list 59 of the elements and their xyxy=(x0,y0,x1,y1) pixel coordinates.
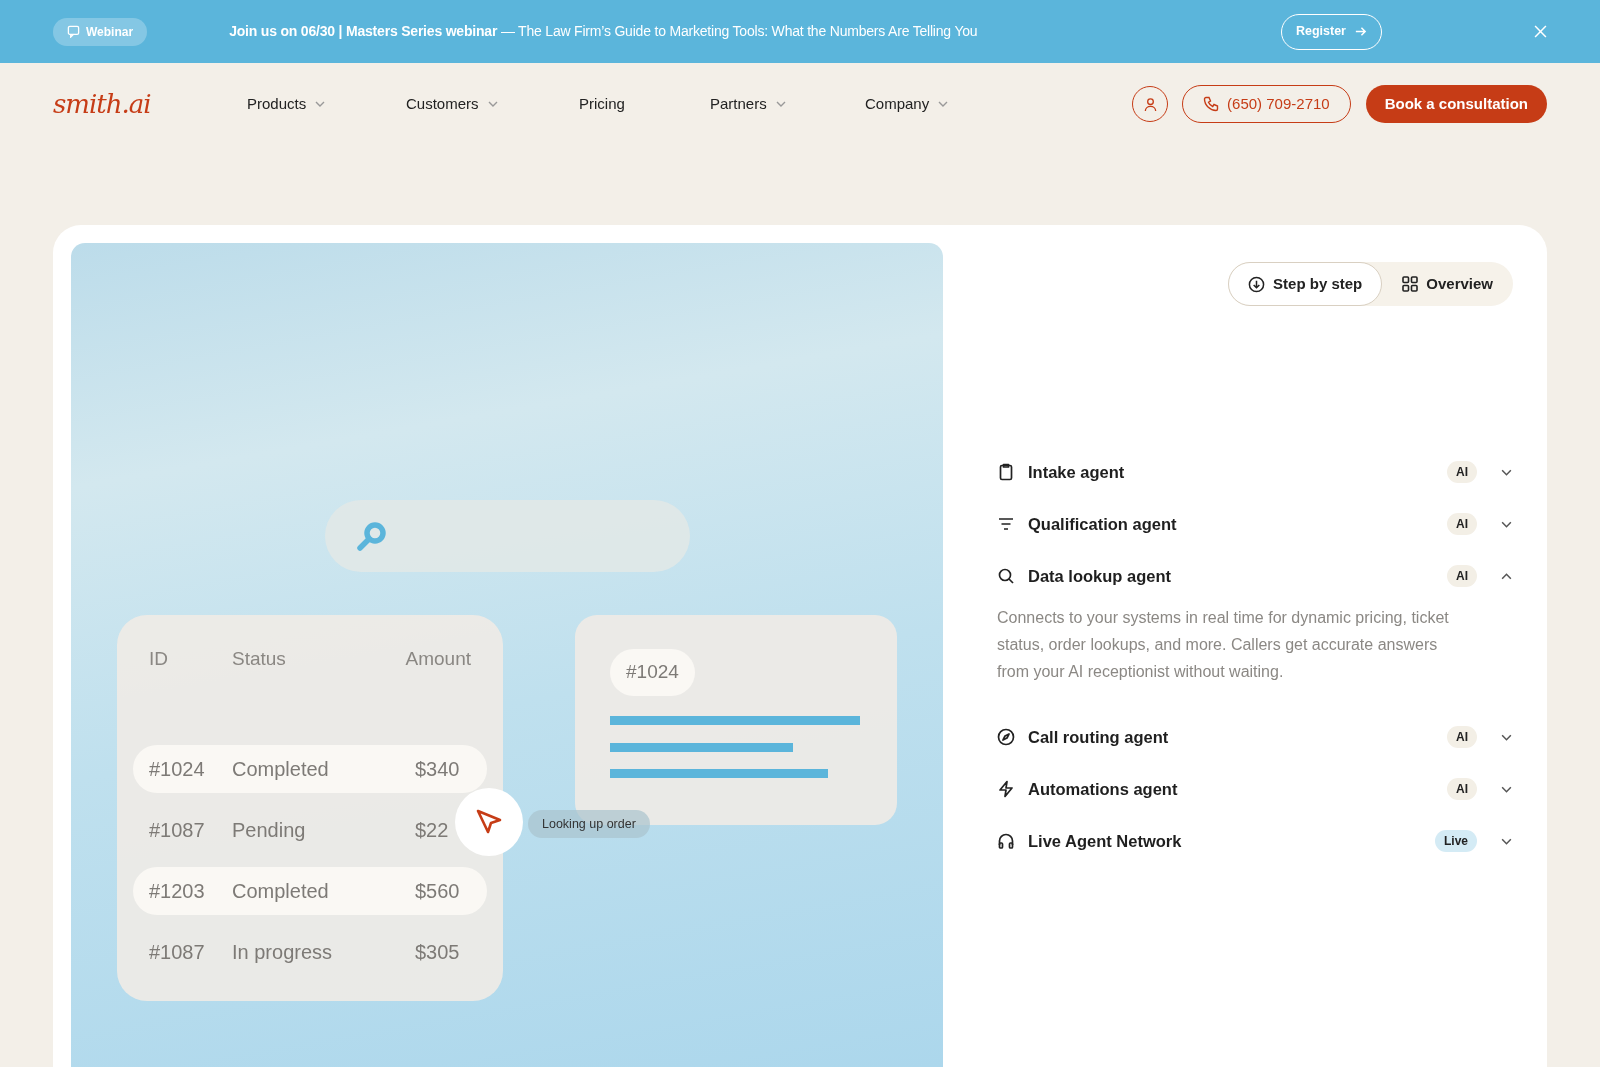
banner-message: Join us on 06/30 | Masters Series webinar — The Law Firm’s Guide to Marketing Tools: What the Numbers Are Telling You xyxy=(229,22,978,41)
chat-icon xyxy=(67,25,80,38)
badge: AI xyxy=(1447,461,1477,483)
view-tab[interactable]: Step by step xyxy=(1228,262,1383,306)
arrow-down-circle-icon xyxy=(1248,275,1266,293)
pointer-icon xyxy=(475,808,503,836)
table-cell-text: $22 xyxy=(415,818,450,843)
order-tag: #1024 xyxy=(610,649,695,696)
table-cell-text: $340 xyxy=(415,757,461,782)
badge: AI xyxy=(1447,565,1477,587)
table-row[interactable]: #1087 In progress $305 xyxy=(133,928,487,976)
table-row[interactable]: #1024 Completed $340 xyxy=(133,745,487,793)
table-cell-text: #1087 xyxy=(149,940,206,965)
column-header: ID xyxy=(149,647,169,671)
badge: Live xyxy=(1435,830,1477,852)
table-row[interactable]: #1203 Completed $560 xyxy=(133,867,487,915)
table-cell-text: Completed xyxy=(232,757,330,782)
nav-link[interactable]: Partners xyxy=(710,92,865,116)
logo[interactable]: smith.ai xyxy=(53,84,247,124)
status-label: Looking up order xyxy=(528,810,650,838)
accordion-header[interactable]: Qualification agent AI xyxy=(997,498,1513,550)
badge: AI xyxy=(1447,726,1477,748)
table-cell-text: #1087 xyxy=(149,818,206,843)
accordion-header[interactable]: Automations agent AI xyxy=(997,763,1513,815)
view-tab[interactable]: Overview xyxy=(1382,262,1513,306)
close-icon[interactable] xyxy=(1534,25,1547,38)
lightning-icon xyxy=(997,780,1015,798)
table-cell-text: In progress xyxy=(232,940,334,965)
headset-icon xyxy=(997,832,1015,850)
accordion-header[interactable]: Live Agent Network Live xyxy=(997,815,1513,867)
column-header: Amount xyxy=(405,647,471,671)
table-cell-text: $560 xyxy=(415,879,461,904)
nav-link[interactable]: Products xyxy=(247,92,406,116)
webinar-tag: Webinar xyxy=(53,17,148,46)
agent-description: Connects to your systems in real time for dynamic pricing, ticket status, order lookups, and more. Callers get accurate answers from your AI receptionist without waiting. xyxy=(997,608,1450,682)
table-cell-text: #1024 xyxy=(149,757,206,782)
phone-icon xyxy=(1203,96,1220,112)
nav-link[interactable]: Company xyxy=(865,92,1015,116)
clipboard-icon xyxy=(997,463,1015,481)
accordion-header[interactable]: Call routing agent AI xyxy=(997,711,1513,763)
search-icon xyxy=(997,567,1015,585)
nav-link[interactable]: Pricing xyxy=(579,92,710,116)
user-icon xyxy=(1142,96,1158,112)
accordion-header[interactable]: Intake agent AI xyxy=(997,446,1513,498)
accordion-header[interactable]: Data lookup agent AI xyxy=(997,550,1513,602)
table-cell-text: #1203 xyxy=(149,879,206,904)
column-header: Status xyxy=(232,647,287,671)
filter-icon xyxy=(997,515,1015,533)
badge: AI xyxy=(1447,513,1477,535)
table-cell-text: Completed xyxy=(232,879,330,904)
nav-link[interactable]: Customers xyxy=(406,92,579,116)
table-cell-text: Pending xyxy=(232,818,307,843)
grid-icon xyxy=(1402,276,1419,292)
book-consultation-button[interactable]: Book a consultation xyxy=(1365,85,1547,123)
compass-icon xyxy=(997,728,1015,746)
search-icon xyxy=(355,519,389,553)
table-cell-text: $305 xyxy=(415,940,461,965)
badge: AI xyxy=(1447,778,1477,800)
arrow-right-icon xyxy=(1354,25,1367,38)
